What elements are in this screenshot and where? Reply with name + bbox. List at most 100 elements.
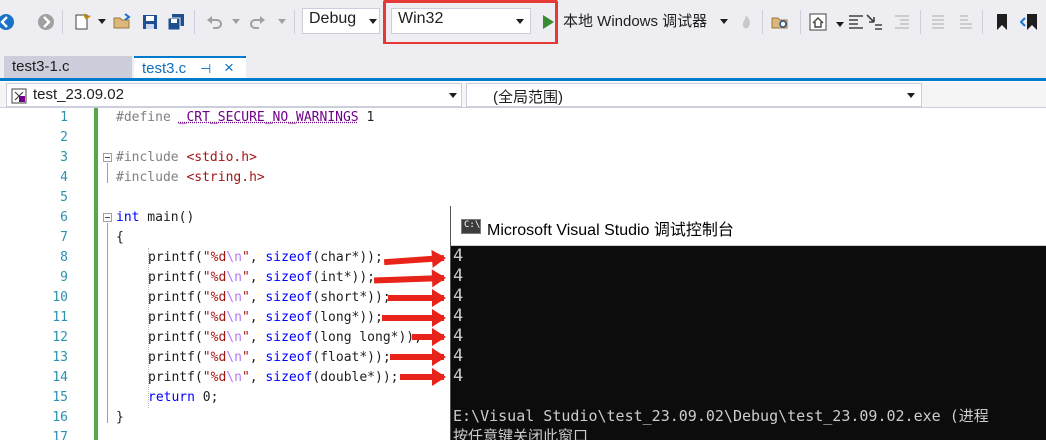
toolbar-separator xyxy=(762,10,763,34)
forward-icon[interactable] xyxy=(36,12,56,32)
uncomment-icon[interactable] xyxy=(956,12,976,32)
console-output-line: 4 xyxy=(453,326,464,346)
save-all-icon[interactable] xyxy=(166,12,186,32)
line-number: 6 xyxy=(60,210,68,225)
console-output-line: 4 xyxy=(453,246,464,266)
tab-label: test3.c xyxy=(142,60,187,77)
token-text: , xyxy=(249,330,266,345)
toolbar-separator xyxy=(920,10,921,34)
home-dropdown-caret-icon[interactable] xyxy=(836,22,844,27)
annotation-arrow xyxy=(382,309,446,327)
token-string: " xyxy=(241,270,250,285)
collapse-icon[interactable] xyxy=(103,213,112,222)
open-folder-icon[interactable] xyxy=(112,12,132,32)
token-text: , xyxy=(249,250,266,265)
token-header: <string.h> xyxy=(186,170,265,185)
token-keyword: sizeof xyxy=(265,350,313,365)
token-text: (double*)); xyxy=(312,370,399,385)
debug-console-window[interactable]: C:\ Microsoft Visual Studio 调试控制台 4 4 4 … xyxy=(450,206,1046,440)
token-fn: printf( xyxy=(148,310,203,325)
close-icon[interactable]: × xyxy=(224,57,234,79)
token-header: <stdio.h> xyxy=(186,150,257,165)
collapse-icon[interactable] xyxy=(103,153,112,162)
redo-dropdown-caret-icon[interactable] xyxy=(278,19,286,24)
chevron-down-icon xyxy=(907,93,915,98)
run-play-icon[interactable] xyxy=(538,12,558,32)
console-icon: C:\ xyxy=(461,219,481,234)
step-icon[interactable] xyxy=(864,12,884,32)
tab-test3[interactable]: test3.c ⊣ × xyxy=(134,56,246,78)
comment-icon[interactable] xyxy=(928,12,948,32)
chevron-down-icon xyxy=(449,93,457,98)
token-escape: \n xyxy=(226,370,242,385)
token-string: " xyxy=(241,330,250,345)
token-fn: printf( xyxy=(148,330,203,345)
line-number: 7 xyxy=(60,230,68,245)
change-tracking-bar xyxy=(94,108,98,440)
run-dropdown-caret-icon[interactable] xyxy=(720,19,728,24)
previous-bookmark-icon[interactable] xyxy=(1020,12,1040,32)
undo-dropdown-caret-icon[interactable] xyxy=(232,19,240,24)
annotation-arrow xyxy=(412,328,446,346)
console-title-bar[interactable]: C:\ Microsoft Visual Studio 调试控制台 xyxy=(451,206,1046,246)
token-string: "%d xyxy=(202,310,227,325)
sync-view-icon[interactable] xyxy=(846,12,866,32)
token-fn: printf( xyxy=(148,270,203,285)
scope-name: (全局范围) xyxy=(493,89,563,106)
token-text: , xyxy=(249,290,266,305)
line-number: 13 xyxy=(52,350,68,365)
save-icon[interactable] xyxy=(140,12,160,32)
token-keyword: sizeof xyxy=(265,290,313,305)
code-line-6: int main() xyxy=(116,208,194,228)
project-icon xyxy=(11,88,27,104)
code-line-8: printf("%d\n", sizeof(char*)); xyxy=(148,248,383,268)
back-icon[interactable] xyxy=(0,12,16,32)
navigation-bar: test_23.09.02 (全局范围) xyxy=(0,82,1046,108)
new-project-icon[interactable] xyxy=(72,12,92,32)
pin-icon[interactable]: ⊣ xyxy=(200,58,211,80)
token-text: (float*)); xyxy=(312,350,391,365)
token-fn: printf( xyxy=(148,250,203,265)
annotation-arrow xyxy=(388,289,446,307)
line-number: 4 xyxy=(60,170,68,185)
token-fn: printf( xyxy=(148,290,203,305)
console-press-key-line: 按任意键关闭此窗口 xyxy=(453,427,589,440)
console-icon-text: C:\ xyxy=(464,220,481,230)
toolbar: Debug Win32 本地 Windows 调试器 xyxy=(0,0,1046,45)
annotation-arrow xyxy=(390,348,446,366)
bookmark-icon[interactable] xyxy=(992,12,1012,32)
toolbar-separator xyxy=(294,10,295,34)
token-escape: \n xyxy=(226,270,242,285)
token-text: (long*)); xyxy=(312,310,383,325)
console-exit-line: E:\Visual Studio\test_23.09.02\Debug\tes… xyxy=(453,407,989,425)
token-keyword: sizeof xyxy=(265,310,313,325)
indent-icon[interactable] xyxy=(892,12,912,32)
token-keyword: int xyxy=(116,210,140,225)
token-keyword: sizeof xyxy=(265,270,313,285)
home-icon[interactable] xyxy=(808,12,828,32)
configuration-dropdown[interactable]: Debug xyxy=(302,8,380,34)
new-dropdown-caret-icon[interactable] xyxy=(98,19,106,24)
undo-icon[interactable] xyxy=(204,12,224,32)
line-number: 11 xyxy=(52,310,68,325)
token-keyword: return xyxy=(148,390,195,405)
token-string: " xyxy=(241,310,250,325)
token-text: , xyxy=(249,270,266,285)
token-string: "%d xyxy=(202,290,227,305)
toolbar-separator xyxy=(194,10,195,34)
redo-icon[interactable] xyxy=(248,12,268,32)
token-escape: \n xyxy=(226,250,242,265)
token-string: " xyxy=(241,250,250,265)
code-line-16: } xyxy=(116,410,124,425)
code-line-11: printf("%d\n", sizeof(long*)); xyxy=(148,308,383,328)
token-text: , xyxy=(249,370,266,385)
console-output[interactable]: 4 4 4 4 4 4 4 E:\Visual Studio\test_23.0… xyxy=(453,246,1046,440)
project-name: test_23.09.02 xyxy=(33,86,124,103)
tab-test3-1[interactable]: test3-1.c xyxy=(4,56,132,78)
token-string: " xyxy=(241,370,250,385)
project-dropdown[interactable]: test_23.09.02 xyxy=(6,83,462,107)
run-debugger-button[interactable]: 本地 Windows 调试器 xyxy=(563,11,707,33)
find-in-files-icon[interactable] xyxy=(770,12,790,32)
scope-dropdown[interactable]: (全局范围) xyxy=(466,83,922,107)
hot-reload-icon[interactable] xyxy=(736,12,756,32)
